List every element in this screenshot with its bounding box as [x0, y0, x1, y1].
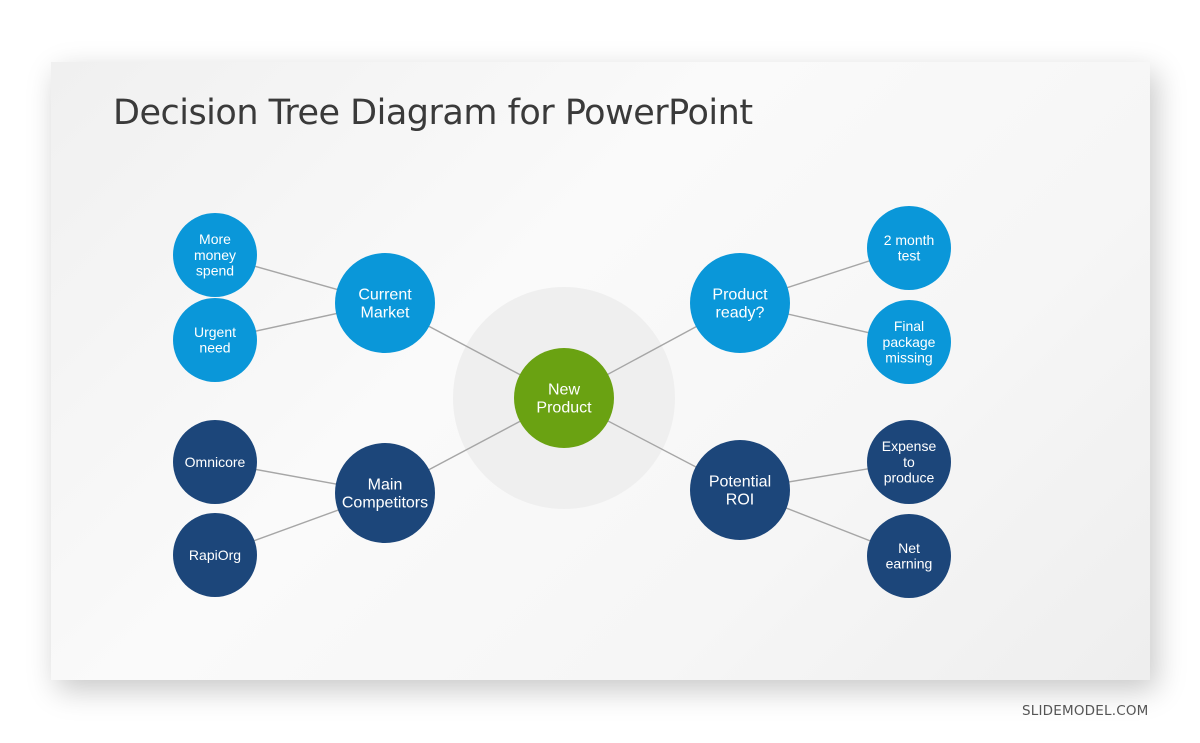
node-final-package-missing-label: Final	[894, 318, 924, 334]
node-rapiorg-label: RapiOrg	[189, 547, 241, 563]
node-main-competitors[interactable]: MainCompetitors	[335, 443, 435, 543]
node-omnicore[interactable]: Omnicore	[173, 420, 257, 504]
node-final-package-missing[interactable]: Finalpackagemissing	[867, 300, 951, 384]
node-potential-roi-label: ROI	[726, 492, 754, 509]
node-urgent-need-label: Urgent	[194, 324, 236, 340]
node-potential-roi[interactable]: PotentialROI	[690, 440, 790, 540]
node-current-market-label: Current	[358, 287, 412, 304]
node-main-competitors-label: Main	[368, 477, 403, 494]
node-more-money-spend-label: money	[194, 247, 236, 263]
node-rapiorg[interactable]: RapiOrg	[173, 513, 257, 597]
node-expense-to-produce-label: to	[903, 454, 915, 470]
node-current-market-label: Market	[361, 305, 410, 322]
node-2-month-test[interactable]: 2 monthtest	[867, 206, 951, 290]
node-potential-roi-label: Potential	[709, 474, 771, 491]
node-new-product[interactable]: NewProduct	[514, 348, 614, 448]
node-urgent-need[interactable]: Urgentneed	[173, 298, 257, 382]
watermark: SLIDEMODEL.COM	[1022, 703, 1149, 719]
node-2-month-test-label: test	[898, 248, 921, 264]
node-more-money-spend[interactable]: Moremoneyspend	[173, 213, 257, 297]
node-main-competitors-label: Competitors	[342, 495, 428, 512]
node-final-package-missing-label: missing	[885, 350, 932, 366]
node-expense-to-produce-label: produce	[884, 470, 935, 486]
node-product-ready-label: Product	[712, 287, 768, 304]
node-urgent-need-label: need	[199, 340, 230, 356]
node-more-money-spend-label: spend	[196, 263, 234, 279]
node-more-money-spend-label: More	[199, 231, 231, 247]
node-new-product-label: Product	[536, 400, 592, 417]
node-new-product-label: New	[548, 382, 580, 399]
node-final-package-missing-label: package	[883, 334, 936, 350]
node-expense-to-produce-label: Expense	[882, 438, 937, 454]
node-2-month-test-label: 2 month	[884, 232, 935, 248]
node-net-earning[interactable]: Netearning	[867, 514, 951, 598]
node-product-ready-label: ready?	[716, 305, 765, 322]
node-omnicore-label: Omnicore	[185, 454, 246, 470]
node-current-market[interactable]: CurrentMarket	[335, 253, 435, 353]
node-product-ready[interactable]: Productready?	[690, 253, 790, 353]
node-net-earning-label: Net	[898, 540, 920, 556]
node-net-earning-label: earning	[886, 556, 933, 572]
decision-tree-diagram: NewProductCurrentMarketMoremoneyspendUrg…	[173, 206, 951, 598]
node-expense-to-produce[interactable]: Expensetoproduce	[867, 420, 951, 504]
